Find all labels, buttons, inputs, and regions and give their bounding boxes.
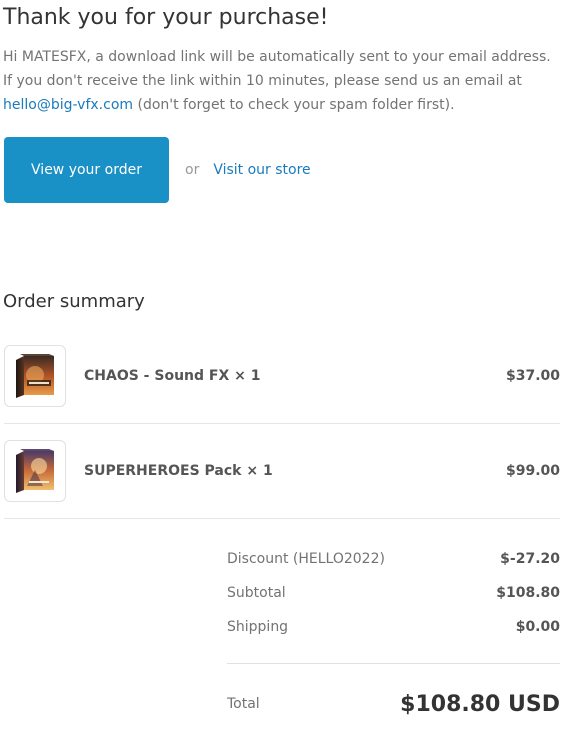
subtotal-value: $108.80 (496, 585, 560, 601)
chaos-box-art (16, 354, 54, 398)
intro-message: Hi MATESFX, a download link will be auto… (3, 45, 573, 117)
item-divider (4, 423, 560, 424)
order-actions: View your order or Visit our store (4, 137, 311, 203)
total-value: $108.80 USD (400, 691, 560, 717)
total-row: Total $108.80 USD (227, 688, 560, 720)
items-bottom-divider (4, 518, 560, 519)
superheroes-box-art (16, 449, 54, 493)
shipping-row: Shipping $0.00 (227, 616, 560, 638)
product-price: $37.00 (505, 368, 560, 384)
order-item: SUPERHEROES Pack × 1 $99.00 (4, 440, 560, 502)
spam-note: (don't forget to check your spam folder … (133, 97, 455, 113)
support-email-link[interactable]: hello@big-vfx.com (3, 97, 133, 113)
intro-line-2: If you don't receive the link within 10 … (3, 73, 522, 89)
discount-value: $-27.20 (500, 551, 560, 567)
page-title: Thank you for your purchase! (3, 5, 329, 30)
product-price: $99.00 (505, 463, 560, 479)
subtotal-label: Subtotal (227, 585, 286, 601)
subtotal-row: Subtotal $108.80 (227, 582, 560, 604)
order-item: CHAOS - Sound FX × 1 $37.00 (4, 345, 560, 407)
view-order-button[interactable]: View your order (4, 137, 169, 203)
product-name: CHAOS - Sound FX × 1 (84, 368, 261, 384)
shipping-value: $0.00 (515, 619, 560, 635)
visit-store-link[interactable]: Visit our store (213, 162, 310, 178)
product-name: SUPERHEROES Pack × 1 (84, 463, 273, 479)
discount-row: Discount (HELLO2022) $-27.20 (227, 548, 560, 570)
discount-label: Discount (HELLO2022) (227, 551, 385, 567)
order-summary-heading: Order summary (3, 291, 145, 312)
shipping-label: Shipping (227, 619, 289, 635)
totals-divider (227, 663, 560, 664)
intro-line-1: Hi MATESFX, a download link will be auto… (3, 49, 551, 65)
total-label: Total (227, 696, 260, 712)
or-separator: or (185, 162, 200, 178)
product-thumbnail-superheroes (4, 440, 66, 502)
intro-line-3: hello@big-vfx.com (don't forget to check… (3, 93, 573, 117)
product-thumbnail-chaos (4, 345, 66, 407)
